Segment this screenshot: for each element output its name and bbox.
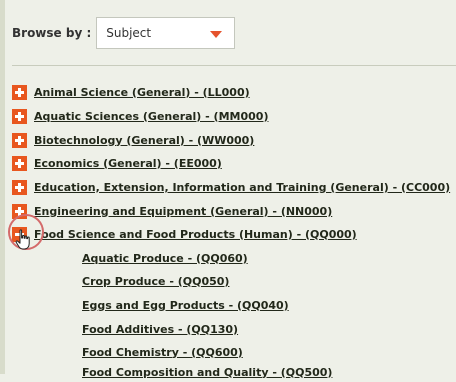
tree-item-economics: Economics (General) - (EE000) xyxy=(12,153,222,173)
subtree-item-link[interactable]: Food Composition and Quality - (QQ500) xyxy=(82,366,332,379)
browse-bar: Browse by : Subject xyxy=(12,15,236,51)
subtree-item: Crop Produce - (QQ050) xyxy=(82,271,229,291)
plus-icon[interactable] xyxy=(12,108,27,124)
plus-icon[interactable] xyxy=(12,179,27,195)
hand-cursor-icon xyxy=(15,229,30,250)
subtree-item: Eggs and Egg Products - (QQ040) xyxy=(82,295,289,315)
left-edge-border xyxy=(0,0,5,374)
tree-item-link[interactable]: Food Science and Food Products (Human) -… xyxy=(34,228,357,241)
tree-item-link[interactable]: Biotechnology (General) - (WW000) xyxy=(34,134,254,147)
subtree-item-link[interactable]: Aquatic Produce - (QQ060) xyxy=(82,252,248,265)
subtree-item: Food Chemistry - (QQ600) xyxy=(82,342,243,362)
dropdown-arrow-icon xyxy=(210,31,223,38)
tree-item-link[interactable]: Engineering and Equipment (General) - (N… xyxy=(34,205,332,218)
tree-item-biotechnology: Biotechnology (General) - (WW000) xyxy=(12,130,254,150)
subtree-item: Aquatic Produce - (QQ060) xyxy=(82,248,248,268)
plus-icon[interactable] xyxy=(12,155,27,171)
browse-by-select[interactable]: Subject xyxy=(96,17,236,49)
divider xyxy=(12,65,456,66)
subtree-item-link[interactable]: Eggs and Egg Products - (QQ040) xyxy=(82,299,289,312)
tree-item-link[interactable]: Animal Science (General) - (LL000) xyxy=(34,86,250,99)
tree-item-aquatic-sciences: Aquatic Sciences (General) - (MM000) xyxy=(12,106,268,126)
browse-by-label: Browse by : xyxy=(12,26,92,40)
plus-icon[interactable] xyxy=(12,84,27,100)
browse-page: Browse by : Subject Animal Science (Gene… xyxy=(0,0,456,379)
subtree-item-link[interactable]: Food Chemistry - (QQ600) xyxy=(82,346,243,359)
tree-item-link[interactable]: Aquatic Sciences (General) - (MM000) xyxy=(34,110,268,123)
tree-item-food-science: Food Science and Food Products (Human) -… xyxy=(12,224,357,244)
tree-item-link[interactable]: Economics (General) - (EE000) xyxy=(34,157,222,170)
tree-item-link[interactable]: Education, Extension, Information and Tr… xyxy=(34,181,450,194)
tree-item-animal-science: Animal Science (General) - (LL000) xyxy=(12,82,250,102)
browse-by-selected-value: Subject xyxy=(106,26,152,40)
subtree-item: Food Additives - (QQ130) xyxy=(82,319,238,339)
subtree-item-link[interactable]: Food Additives - (QQ130) xyxy=(82,323,238,336)
tree-item-education: Education, Extension, Information and Tr… xyxy=(12,177,450,197)
plus-icon[interactable] xyxy=(12,132,27,148)
subtree-item: Food Composition and Quality - (QQ500) xyxy=(82,362,332,382)
tree-item-engineering: Engineering and Equipment (General) - (N… xyxy=(12,201,332,221)
subtree-item-link[interactable]: Crop Produce - (QQ050) xyxy=(82,275,229,288)
